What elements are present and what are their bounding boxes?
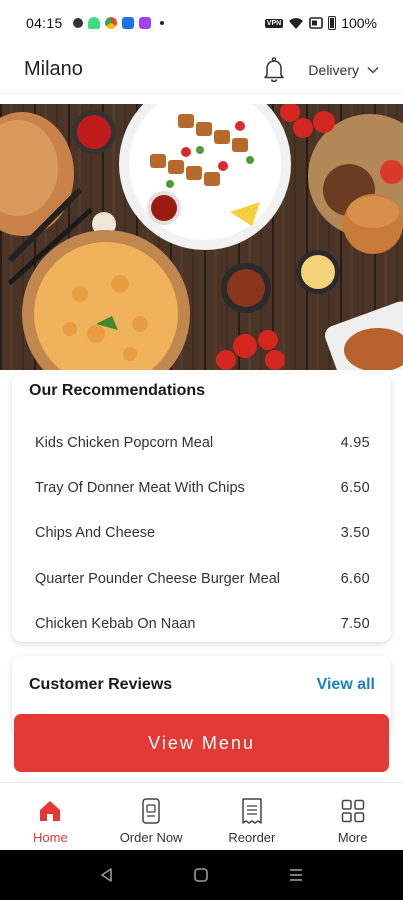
nav-label: More bbox=[337, 830, 368, 845]
bell-icon bbox=[264, 56, 285, 82]
system-home-button[interactable] bbox=[181, 855, 221, 895]
meet-notification-icon bbox=[121, 17, 134, 29]
recommendations-title: Our Recommendations bbox=[29, 382, 206, 399]
recommendation-price: 6.50 bbox=[340, 480, 370, 497]
delivery-mode-dropdown[interactable]: Delivery bbox=[308, 62, 379, 78]
nav-item-more[interactable]: More bbox=[302, 783, 403, 850]
recommendation-name: Kids Chicken Popcorn Meal bbox=[35, 434, 214, 451]
recommendation-price: 7.50 bbox=[340, 616, 370, 633]
nav-label: Reorder bbox=[228, 830, 276, 845]
android-notification-icon bbox=[87, 17, 100, 29]
customer-reviews-title: Customer Reviews bbox=[29, 676, 173, 693]
recommendation-item[interactable]: Chicken Kebab On Naan 7.50 bbox=[30, 602, 373, 647]
recommendation-price: 3.50 bbox=[340, 525, 370, 542]
nav-item-home[interactable]: Home bbox=[0, 783, 101, 850]
grid-icon bbox=[340, 798, 366, 824]
page-title: Milano bbox=[24, 58, 83, 80]
recents-lines-icon bbox=[289, 869, 302, 881]
system-recents-button[interactable] bbox=[276, 855, 316, 895]
recommendation-price: 4.95 bbox=[340, 434, 370, 451]
recommendation-item[interactable]: Tray Of Donner Meat With Chips 6.50 bbox=[30, 465, 373, 510]
status-left: 04:15 bbox=[26, 15, 164, 31]
recommendation-item[interactable]: Chips And Cheese 3.50 bbox=[30, 511, 373, 556]
recommendation-price: 6.60 bbox=[340, 570, 370, 587]
bottom-navigation: Home Order Now Reorder More bbox=[0, 782, 403, 850]
home-square-icon bbox=[194, 868, 209, 882]
receipt-icon bbox=[239, 798, 265, 824]
hero-food-illustration bbox=[0, 104, 403, 370]
hero-food-banner bbox=[0, 104, 403, 370]
cast-icon bbox=[309, 17, 323, 29]
order-phone-icon bbox=[138, 798, 164, 824]
status-right: VPN 100% bbox=[264, 15, 377, 31]
app-header: Milano Delivery bbox=[0, 46, 403, 94]
chrome-notification-icon bbox=[104, 17, 117, 29]
status-bar: 04:15 VPN 100% bbox=[0, 0, 403, 46]
view-menu-button[interactable]: View Menu bbox=[14, 714, 389, 772]
nav-label: Home bbox=[33, 830, 68, 845]
recommendation-name: Chicken Kebab On Naan bbox=[35, 616, 196, 633]
notifications-button[interactable] bbox=[258, 54, 290, 86]
nav-item-order-now[interactable]: Order Now bbox=[101, 783, 202, 850]
recommendation-name: Chips And Cheese bbox=[35, 525, 156, 542]
recommendation-item[interactable]: Quarter Pounder Cheese Burger Meal 6.60 bbox=[30, 556, 373, 601]
delivery-mode-label: Delivery bbox=[308, 61, 359, 78]
chevron-down-icon bbox=[367, 66, 379, 74]
back-triangle-icon bbox=[101, 868, 112, 882]
header-actions: Delivery bbox=[258, 54, 379, 86]
wifi-icon bbox=[289, 17, 304, 29]
recommendation-name: Tray Of Donner Meat With Chips bbox=[35, 480, 245, 497]
more-notifications-dot-icon bbox=[159, 21, 164, 25]
recommendation-name: Quarter Pounder Cheese Burger Meal bbox=[35, 570, 281, 587]
notification-icons bbox=[72, 17, 164, 29]
recommendations-card: Our Recommendations Kids Chicken Popcorn… bbox=[12, 374, 391, 642]
status-time: 04:15 bbox=[26, 15, 63, 31]
system-navigation-bar bbox=[0, 850, 403, 900]
nav-label: Order Now bbox=[119, 830, 183, 845]
settings-notification-icon bbox=[72, 18, 83, 28]
recommendation-item[interactable]: Kids Chicken Popcorn Meal 4.95 bbox=[30, 420, 373, 465]
vpn-badge: VPN bbox=[264, 18, 284, 28]
battery-icon bbox=[328, 16, 337, 30]
home-icon bbox=[37, 798, 63, 824]
view-all-reviews-link[interactable]: View all bbox=[317, 676, 375, 694]
messenger-notification-icon bbox=[138, 17, 151, 29]
nav-item-reorder[interactable]: Reorder bbox=[202, 783, 303, 850]
recommendations-list: Kids Chicken Popcorn Meal 4.95 Tray Of D… bbox=[30, 420, 373, 647]
battery-percent: 100% bbox=[341, 15, 377, 31]
system-back-button[interactable] bbox=[87, 855, 127, 895]
